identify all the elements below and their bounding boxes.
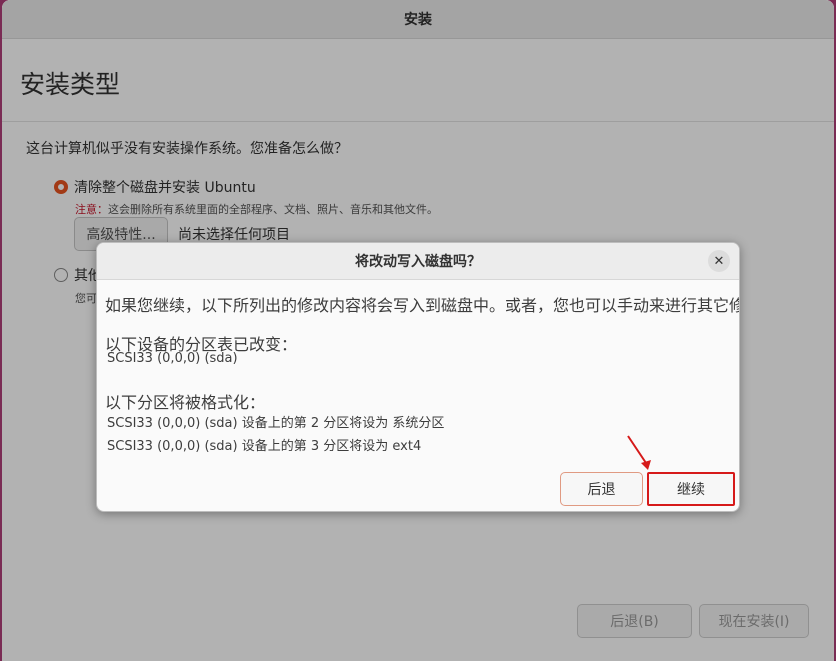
close-icon[interactable]: ✕	[708, 250, 730, 272]
format-item: SCSI33 (0,0,0) (sda) 设备上的第 3 分区将设为 ext4	[107, 439, 422, 454]
dialog-title: 将改动写入磁盘吗？	[355, 254, 481, 270]
dialog-continue-button[interactable]: 继续	[647, 472, 735, 506]
format-heading: 以下分区将被格式化：	[105, 393, 266, 412]
format-item: SCSI33 (0,0,0) (sda) 设备上的第 2 分区将设为 系统分区	[107, 416, 445, 431]
dialog-titlebar: 将改动写入磁盘吗？ ✕	[97, 243, 739, 280]
partition-table-device: SCSI33 (0,0,0) (sda)	[107, 351, 238, 366]
annotation-arrow-icon	[627, 435, 651, 470]
dialog-intro: 如果您继续，以下所列出的修改内容将会写入到磁盘中。或者，您也可以手动来进行其它修…	[105, 296, 740, 315]
